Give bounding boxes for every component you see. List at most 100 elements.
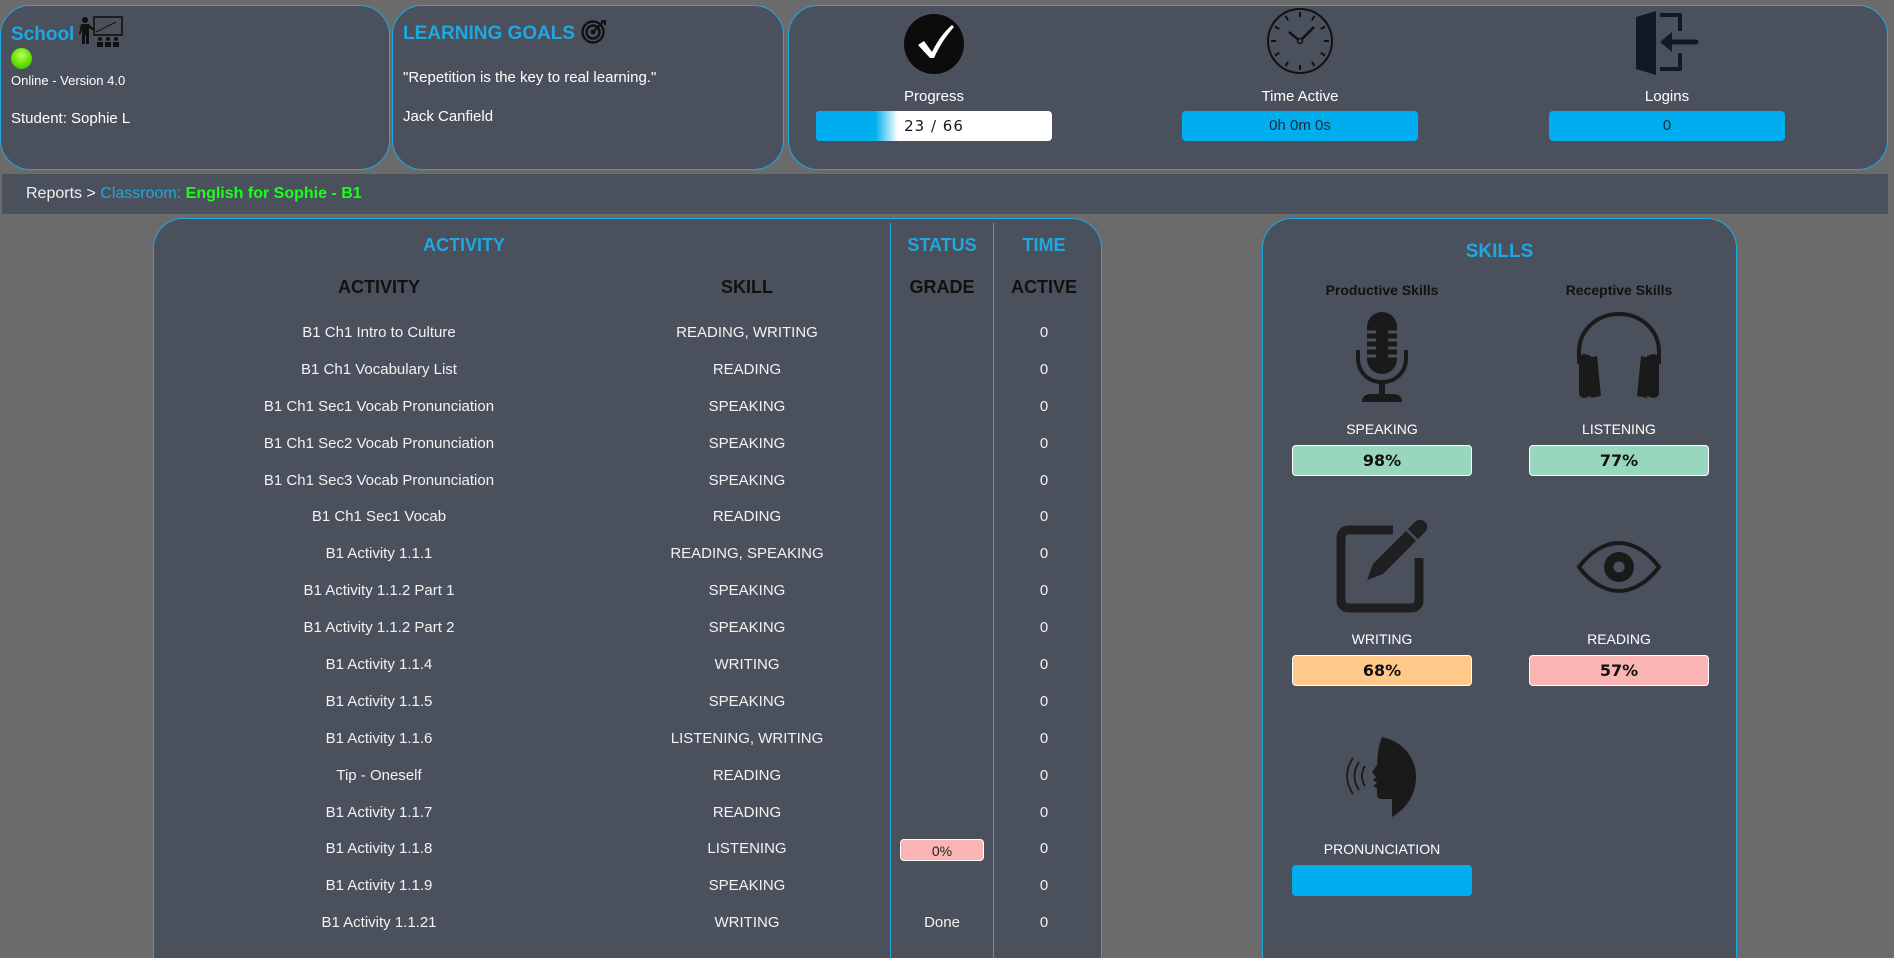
activity-time-active: 0	[1039, 840, 1049, 858]
speaking-score: 98%	[1292, 445, 1472, 476]
grade-badge: 0%	[900, 838, 984, 861]
writing-score: 68%	[1292, 655, 1472, 686]
activity-name: B1 Activity 1.1.1	[325, 545, 433, 563]
table-row[interactable]: B1 Activity 1.1.2 Part 2 SPEAKING 0	[154, 610, 1103, 647]
progress-label: Progress	[903, 88, 965, 105]
table-row[interactable]: B1 Ch1 Sec3 Vocab Pronunciation SPEAKING 0	[154, 463, 1103, 500]
activity-time-active: 0	[1039, 324, 1049, 341]
skill-card-speaking: SPEAKING 98%	[1292, 309, 1472, 476]
activity-name: B1 Activity 1.1.9	[325, 877, 433, 895]
activity-time-active: 0	[1039, 692, 1049, 710]
time-active-value: 0h 0m 0s	[1182, 111, 1418, 141]
progress-stat: Progress 23 / 66	[816, 6, 1052, 141]
table-row[interactable]: B1 Ch1 Vocabulary List READING 0	[154, 352, 1103, 389]
table-row[interactable]: B1 Activity 1.1.5 SPEAKING 0	[154, 684, 1103, 721]
goal-author: Jack Canfield	[403, 108, 494, 125]
activity-grade	[891, 536, 993, 573]
activity-time-active: 0	[1039, 508, 1049, 526]
breadcrumb-classroom-label: Classroom:	[100, 185, 182, 202]
activity-group-header: ACTIVITY	[422, 235, 505, 255]
activity-skill: READING, WRITING	[676, 324, 818, 341]
activity-skill: SPEAKING	[708, 877, 786, 895]
headphones-icon	[1573, 311, 1665, 407]
speaking-head-icon	[1346, 736, 1418, 823]
activity-time-active: 0	[1039, 766, 1049, 784]
activity-time-active: 0	[1039, 471, 1049, 489]
table-row[interactable]: B1 Activity 1.1.21 WRITING Done 0	[154, 905, 1103, 942]
listening-score: 77%	[1529, 445, 1709, 476]
table-row[interactable]: B1 Activity 1.1.7 READING 0	[154, 795, 1103, 832]
speaking-label: SPEAKING	[1346, 421, 1418, 437]
skill-card-reading: READING 57%	[1529, 519, 1709, 686]
activity-name: B1 Activity 1.1.21	[321, 914, 437, 932]
table-row[interactable]: Tip - Oneself READING 0	[154, 758, 1103, 795]
teacher-classroom-icon	[78, 16, 124, 53]
activity-name: B1 Ch1 Sec3 Vocab Pronunciation	[263, 471, 495, 489]
table-row[interactable]: B1 Ch1 Sec2 Vocab Pronunciation SPEAKING 0	[154, 426, 1103, 463]
online-status-indicator	[11, 48, 32, 69]
activity-time-active: 0	[1039, 914, 1049, 932]
logins-label: Logins	[1644, 88, 1690, 105]
table-row[interactable]: B1 Activity 1.1.4 WRITING 0	[154, 647, 1103, 684]
activity-skill: SPEAKING	[708, 619, 786, 637]
activity-name: B1 Activity 1.1.7	[325, 803, 433, 821]
table-row[interactable]: B1 Activity 1.1.6 LISTENING, WRITING 0	[154, 721, 1103, 758]
activity-column-header[interactable]: ACTIVITY	[154, 277, 604, 298]
table-row[interactable]: B1 Ch1 Sec1 Vocab Pronunciation SPEAKING 0	[154, 389, 1103, 426]
activity-skill: SPEAKING	[708, 692, 786, 710]
active-column-header[interactable]: ACTIVE	[994, 277, 1094, 298]
progress-bar-fill	[816, 111, 899, 141]
table-row[interactable]: B1 Ch1 Sec1 Vocab READING 0	[154, 499, 1103, 536]
login-door-icon	[1634, 9, 1700, 80]
time-active-label: Time Active	[1261, 88, 1339, 105]
activity-time-active: 0	[1039, 803, 1049, 821]
checkmark-icon	[903, 13, 965, 80]
goal-quote: "Repetition is the key to real learning.…	[403, 69, 657, 86]
activity-time-active: 0	[1039, 877, 1049, 895]
activity-time-active: 0	[1039, 434, 1049, 452]
grade-column-header[interactable]: GRADE	[891, 277, 993, 298]
activity-skill: SPEAKING	[708, 434, 786, 452]
reading-score: 57%	[1529, 655, 1709, 686]
activity-skill: SPEAKING	[708, 397, 786, 415]
breadcrumb-reports-link[interactable]: Reports	[26, 185, 82, 202]
activity-grade: Done	[924, 914, 960, 932]
receptive-skills-label: Receptive Skills	[1565, 282, 1673, 298]
activity-grade	[891, 426, 993, 463]
activity-time-active: 0	[1039, 656, 1049, 674]
eye-icon	[1576, 540, 1662, 598]
activity-grade	[891, 389, 993, 426]
table-row[interactable]: B1 Ch1 Intro to Culture READING, WRITING 0	[154, 315, 1103, 352]
school-panel: School Online - Version 4.0 Student: Sop…	[0, 5, 390, 170]
activity-name: B1 Activity 1.1.2 Part 1	[303, 582, 455, 600]
activity-name: B1 Activity 1.1.6	[325, 729, 433, 747]
activity-name: B1 Ch1 Sec2 Vocab Pronunciation	[263, 434, 495, 452]
activity-name: B1 Ch1 Vocabulary List	[301, 360, 457, 378]
productive-skills-label: Productive Skills	[1325, 282, 1439, 298]
school-title-row: School	[11, 16, 124, 53]
activity-skill: SPEAKING	[708, 582, 786, 600]
clock-icon	[1266, 7, 1334, 80]
activity-grade	[891, 610, 993, 647]
table-row[interactable]: B1 Activity 1.1.2 Part 1 SPEAKING 0	[154, 573, 1103, 610]
activity-name: B1 Ch1 Intro to Culture	[302, 324, 456, 341]
table-row[interactable]: B1 Activity 1.1.8 LISTENING 0% 0	[154, 831, 1103, 868]
activity-skill: READING	[712, 360, 782, 378]
skill-column-header[interactable]: SKILL	[604, 277, 890, 298]
activity-time-active: 0	[1039, 360, 1049, 378]
activity-skill: WRITING	[714, 914, 780, 932]
table-row[interactable]: B1 Activity 1.1.9 SPEAKING 0	[154, 868, 1103, 905]
microphone-icon	[1354, 310, 1410, 409]
status-text: Online - Version 4.0	[11, 73, 126, 88]
activity-name: B1 Activity 1.1.5	[325, 692, 433, 710]
activity-grade	[891, 758, 993, 795]
logins-value: 0	[1549, 111, 1785, 141]
table-row[interactable]: B1 Activity 1.1.1 READING, SPEAKING 0	[154, 536, 1103, 573]
status-group-header: STATUS	[907, 235, 977, 255]
skills-panel: SKILLS Productive Skills Receptive Skill…	[1262, 218, 1737, 958]
activity-grade	[891, 463, 993, 500]
breadcrumb-classroom-name: English for Sophie - B1	[185, 185, 362, 202]
activity-skill: READING, SPEAKING	[670, 545, 824, 563]
logins-stat: Logins 0	[1549, 6, 1785, 141]
activity-time-active: 0	[1039, 582, 1049, 600]
